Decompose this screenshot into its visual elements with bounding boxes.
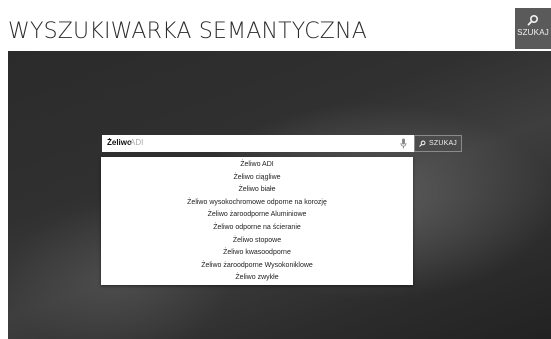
search-icon <box>527 14 539 26</box>
page-header: WYSZUKIWARKA SEMANTYCZNA SZUKAJ <box>0 0 551 51</box>
suggestion-item[interactable]: Żeliwo żaroodporne Wysokoniklowe <box>101 260 413 273</box>
page-title: WYSZUKIWARKA SEMANTYCZNA <box>8 19 367 44</box>
search-button-label: SZUKAJ <box>428 140 458 147</box>
suggestion-item[interactable]: Żeliwo ADI <box>101 159 413 172</box>
header-search-label: SZUKAJ <box>517 28 549 37</box>
suggestion-item[interactable]: Żeliwo ciągliwe <box>101 172 413 185</box>
suggestion-item[interactable]: Żeliwo kwasoodporne <box>101 247 413 260</box>
search-button[interactable]: SZUKAJ <box>414 135 462 152</box>
search-input-value: Żeliwo <box>107 138 132 147</box>
search-autocomplete-hint: ADI <box>130 138 144 147</box>
suggestion-item[interactable]: Żeliwo białe <box>101 184 413 197</box>
search-input[interactable]: Żeliwo ADI <box>102 135 414 152</box>
search-icon <box>419 140 426 147</box>
suggestion-item[interactable]: Żeliwo wysokochromowe odporne na korozję <box>101 197 413 210</box>
header-search-button[interactable]: SZUKAJ <box>515 8 551 49</box>
suggestion-item[interactable]: Żeliwo żaroodporne Aluminiowe <box>101 209 413 222</box>
microphone-icon[interactable] <box>400 138 407 149</box>
suggestion-item[interactable]: Żeliwo stopowe <box>101 235 413 248</box>
suggestions-dropdown: Żeliwo ADI Żeliwo ciągliwe Żeliwo białe … <box>101 157 413 285</box>
suggestion-item[interactable]: Żeliwo zwykłe <box>101 272 413 285</box>
suggestion-item[interactable]: Żeliwo odporne na ścieranie <box>101 222 413 235</box>
